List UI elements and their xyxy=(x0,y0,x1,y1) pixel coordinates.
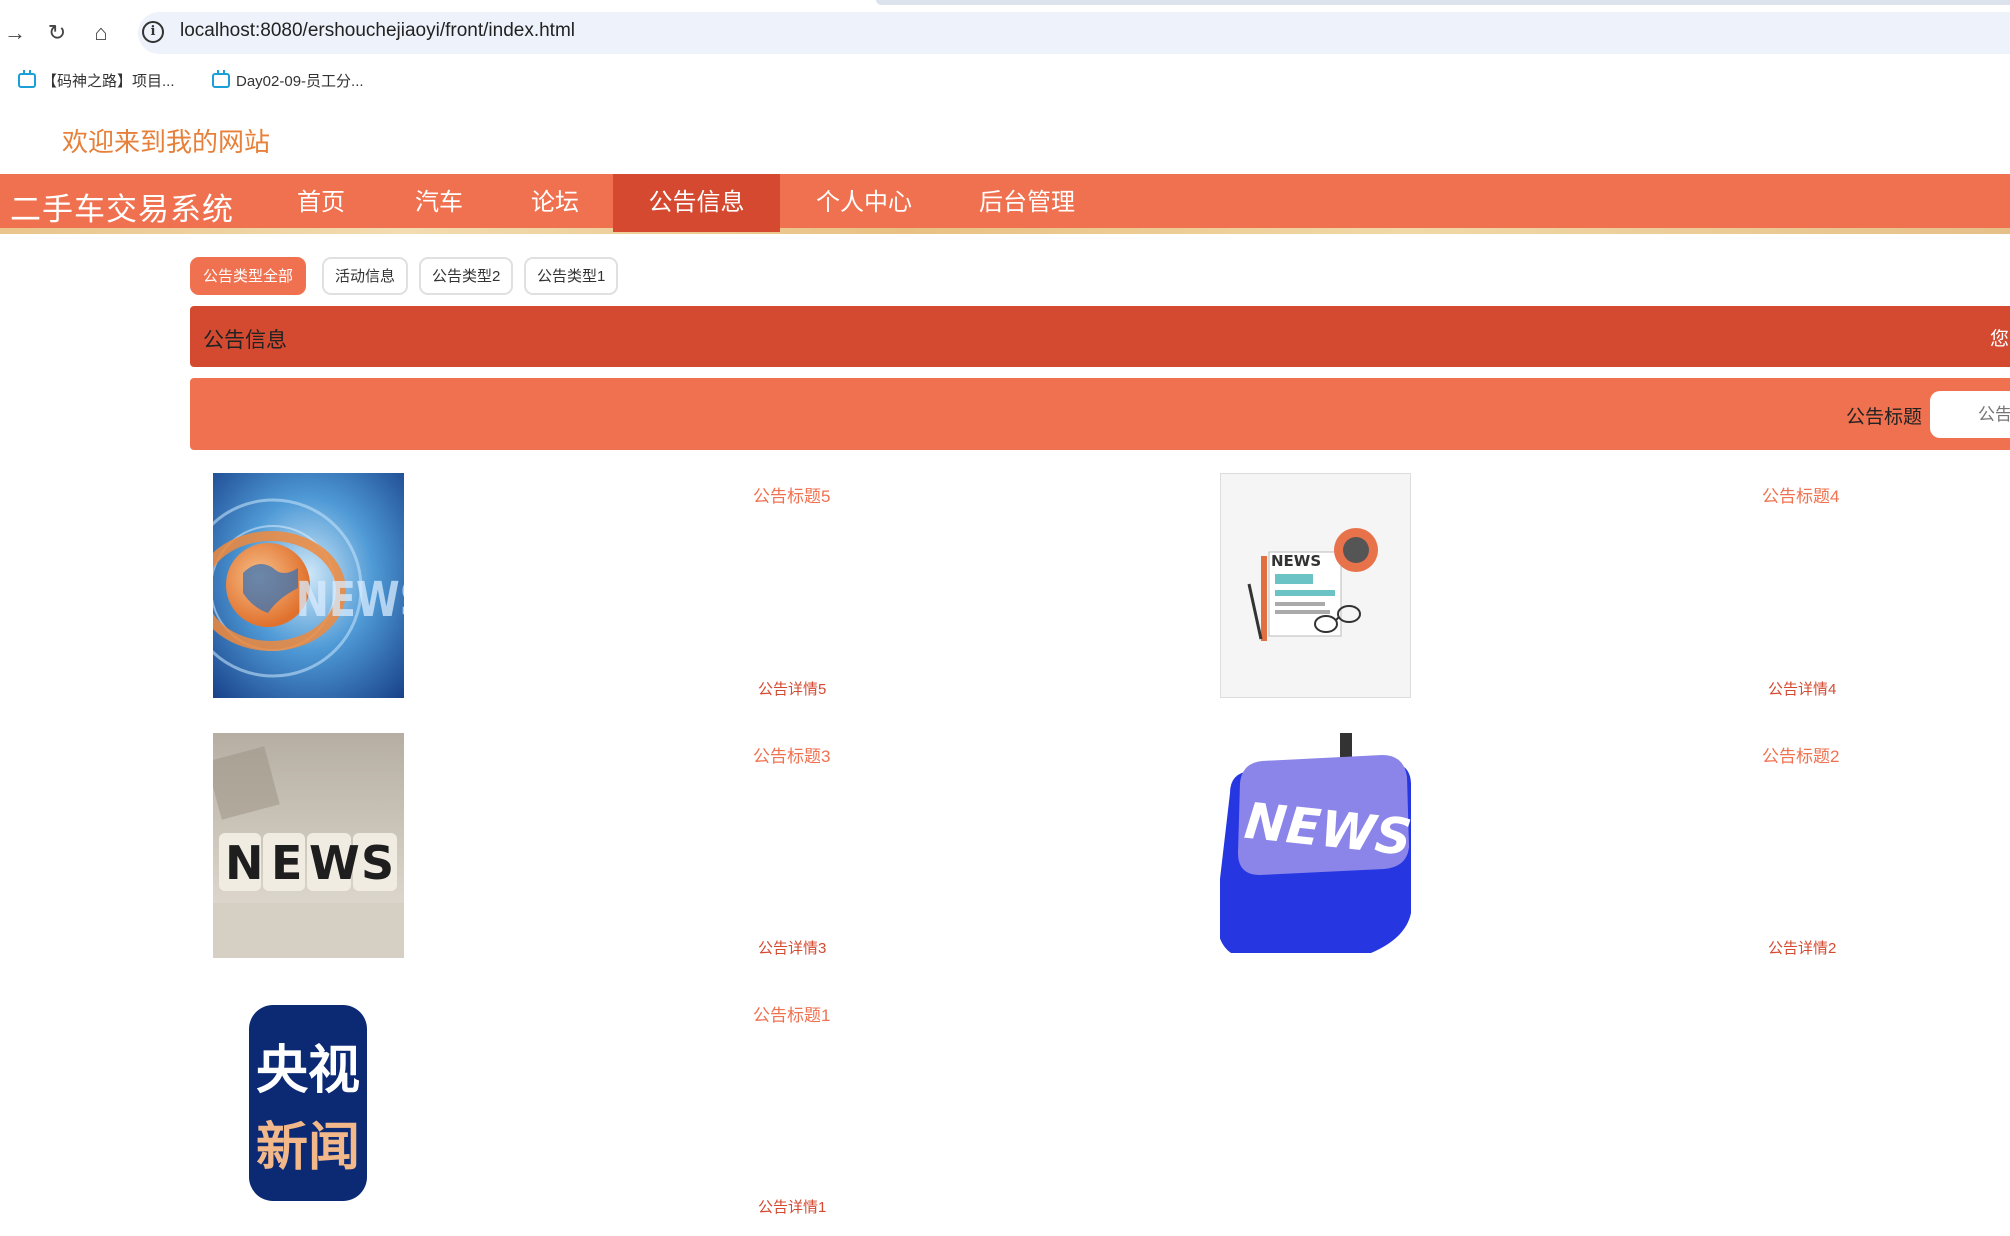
notice-title[interactable]: 公告标题5 xyxy=(753,482,830,507)
browser-tab-edge xyxy=(876,0,2010,5)
search-bar xyxy=(190,378,2010,450)
bookmark-label: 【码神之路】项目... xyxy=(42,73,175,90)
news-blocks-image[interactable]: N E W S xyxy=(213,733,404,958)
section-header xyxy=(190,306,2010,367)
news-key-image[interactable]: NEWS xyxy=(1220,733,1411,958)
bookmark-2[interactable]: Day02-09-员工分... xyxy=(212,70,364,91)
nav-cars[interactable]: 汽车 xyxy=(384,174,494,232)
notice-title[interactable]: 公告标题1 xyxy=(753,1001,830,1026)
svg-text:E: E xyxy=(271,836,302,890)
logo-text-bottom: 新闻 xyxy=(256,1118,360,1178)
nav-forum[interactable]: 论坛 xyxy=(502,174,608,232)
notice-detail: 公告详情1 xyxy=(758,1199,827,1216)
welcome-text: 欢迎来到我的网站 xyxy=(62,127,271,157)
svg-text:N: N xyxy=(225,836,264,890)
filter-all[interactable]: 公告类型全部 xyxy=(190,257,307,295)
filter-activity[interactable]: 活动信息 xyxy=(322,257,409,295)
bookmark-label: Day02-09-员工分... xyxy=(236,73,364,90)
globe-news-image[interactable]: NEWS xyxy=(213,473,404,698)
site-title: 二手车交易系统 xyxy=(10,192,234,227)
svg-text:W: W xyxy=(309,836,360,890)
breadcrumb: 您 xyxy=(1990,329,2010,350)
notice-detail: 公告详情5 xyxy=(758,681,827,698)
notice-title[interactable]: 公告标题2 xyxy=(1762,742,1839,767)
notice-detail: 公告详情2 xyxy=(1768,940,1837,957)
notice-title[interactable]: 公告标题3 xyxy=(753,742,830,767)
bilibili-icon xyxy=(212,70,230,88)
bilibili-icon xyxy=(18,70,36,88)
notice-detail: 公告详情3 xyxy=(758,940,827,957)
newspaper-illustration-image[interactable]: NEWS xyxy=(1220,473,1411,698)
filter-type1[interactable]: 公告类型1 xyxy=(524,257,619,295)
search-label: 公告标题 xyxy=(1846,407,1923,428)
cctv-news-logo-image[interactable]: 央视 新闻 xyxy=(213,993,404,1218)
notice-title[interactable]: 公告标题4 xyxy=(1762,482,1839,507)
search-input[interactable] xyxy=(1930,391,2010,438)
address-bar-url[interactable]: localhost:8080/ershouchejiaoyi/front/ind… xyxy=(180,20,575,42)
nav-personal-center[interactable]: 个人中心 xyxy=(790,174,938,232)
home-icon[interactable]: ⌂ xyxy=(86,18,116,48)
nav-home[interactable]: 首页 xyxy=(268,174,374,232)
forward-icon[interactable]: → xyxy=(0,18,30,48)
svg-text:S: S xyxy=(361,836,394,890)
bookmark-1[interactable]: 【码神之路】项目... xyxy=(18,70,175,91)
svg-text:NEWS: NEWS xyxy=(1271,552,1321,570)
nav-notices[interactable]: 公告信息 xyxy=(613,174,780,232)
logo-text-top: 央视 xyxy=(256,1041,360,1101)
filter-type2[interactable]: 公告类型2 xyxy=(419,257,514,295)
site-info-icon[interactable]: i xyxy=(142,21,164,43)
notice-detail: 公告详情4 xyxy=(1768,681,1837,698)
svg-text:NEWS: NEWS xyxy=(296,572,404,628)
section-title: 公告信息 xyxy=(203,329,287,352)
nav-admin[interactable]: 后台管理 xyxy=(946,174,1108,232)
reload-icon[interactable]: ↻ xyxy=(42,18,72,48)
